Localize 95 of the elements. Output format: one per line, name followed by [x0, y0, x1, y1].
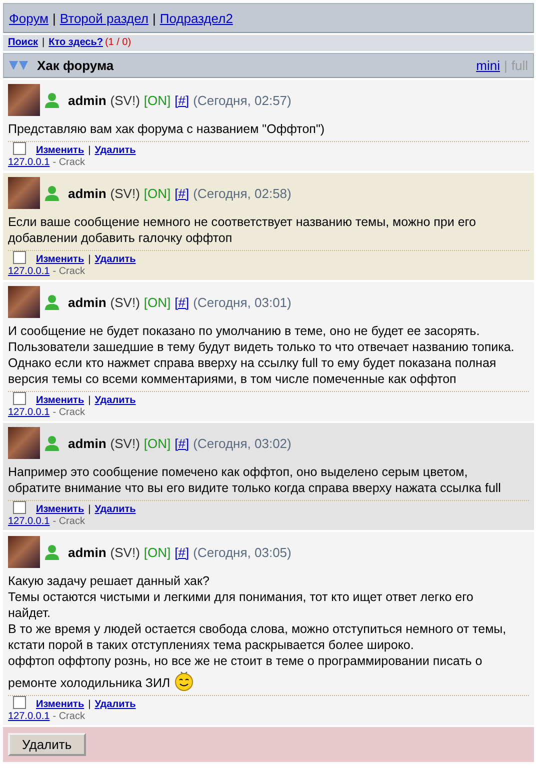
post-anchor-link[interactable]: [#]: [174, 436, 190, 450]
author-rank: (SV!): [110, 186, 140, 200]
post-action-link[interactable]: Изменить: [36, 504, 84, 515]
message-text: добавлении добавить галочку оффтоп: [8, 230, 232, 246]
message-text: В то же время у людей остается свобода слова, можно отступиться немного от темы,: [8, 621, 506, 637]
message-text: Если ваше сообщение немного не соответствует названию темы, можно при его: [8, 214, 476, 230]
message-text: ремонте холодильника ЗИЛ: [8, 675, 170, 691]
select-checkbox[interactable]: [13, 392, 26, 405]
separator: |: [88, 395, 91, 406]
select-checkbox[interactable]: [13, 251, 26, 264]
smiley-icon: [174, 669, 194, 691]
author-rank: (SV!): [110, 294, 140, 310]
avatar-placeholder: [8, 427, 40, 459]
separator: |: [151, 11, 157, 26]
author-rank: (SV!): [110, 436, 140, 450]
ip-link[interactable]: 127.0.0.1: [8, 266, 50, 277]
post-anchor-link[interactable]: [#]: [174, 544, 190, 560]
avatar-placeholder: [8, 84, 40, 116]
separator: |: [52, 11, 57, 26]
separator: |: [88, 504, 91, 515]
user-agent: - Crack: [52, 711, 85, 722]
select-checkbox[interactable]: [13, 696, 26, 709]
user-icon: [44, 294, 60, 310]
post-anchor-link[interactable]: [#]: [174, 92, 190, 108]
post-action-link[interactable]: Удалить: [94, 699, 136, 710]
post-time: (Сегодня, 03:01): [193, 294, 292, 310]
author-name: admin: [68, 436, 106, 450]
post-action-link[interactable]: Удалить: [94, 395, 136, 406]
select-checkbox[interactable]: [13, 501, 26, 514]
post-time: (Сегодня, 02:58): [193, 186, 292, 200]
message-text: Пользователи зашедшие в тему будут видеть только то что отвечает названию топика.: [8, 339, 514, 355]
post-action-link[interactable]: Изменить: [36, 145, 84, 156]
post-action-link[interactable]: Изменить: [36, 699, 84, 710]
message-text: версия темы со всеми комментариями, в том числе помеченные как оффтоп: [8, 371, 456, 387]
user-icon: [44, 544, 60, 560]
message-text: Какую задачу решает данный хак?: [8, 573, 210, 589]
author-name: admin: [68, 544, 106, 560]
separator: |: [88, 699, 91, 710]
author-rank: (SV!): [110, 92, 140, 108]
message-text: обратите внимание что вы его видите только когда справа вверху нажата ссылка full: [8, 480, 501, 496]
user-icon: [44, 435, 60, 451]
online-status: [ON]: [144, 92, 171, 108]
separator: |: [41, 37, 46, 48]
separator: |: [502, 58, 508, 73]
post-action-link[interactable]: Удалить: [94, 504, 136, 515]
nav-link[interactable]: Кто здесь?: [48, 37, 103, 48]
user-icon: [44, 185, 60, 201]
avatar-placeholder: [8, 536, 40, 568]
delete-button[interactable]: Удалить: [8, 733, 86, 756]
post-time: (Сегодня, 03:05): [193, 544, 292, 560]
nav-link[interactable]: Поиск: [8, 37, 38, 48]
ip-link[interactable]: 127.0.0.1: [8, 516, 50, 527]
breadcrumb-link[interactable]: Подраздел2: [160, 11, 233, 26]
post-action-link[interactable]: Удалить: [94, 254, 136, 265]
user-agent: - Crack: [52, 516, 85, 527]
user-agent: - Crack: [52, 407, 85, 418]
post-time: (Сегодня, 02:57): [193, 92, 292, 108]
author-rank: (SV!): [110, 544, 140, 560]
post-time: (Сегодня, 03:02): [193, 436, 292, 450]
online-status: [ON]: [144, 544, 171, 560]
separator: |: [88, 254, 91, 265]
message-text: Темы остаются чистыми и легкими для понимания, тот кто ищет ответ легко его: [8, 589, 474, 605]
view-mode-link[interactable]: mini: [476, 58, 500, 73]
user-icon: [44, 92, 60, 108]
breadcrumb-link[interactable]: Форум: [9, 11, 48, 26]
message-text: найдет.: [8, 605, 50, 621]
post-anchor-link[interactable]: [#]: [174, 186, 190, 200]
message-text: кстати порой в таких отступлениях тема раскрывается более широко.: [8, 637, 414, 653]
post-anchor-link[interactable]: [#]: [174, 294, 190, 310]
user-agent: - Crack: [52, 266, 85, 277]
select-checkbox[interactable]: [13, 142, 26, 155]
online-status: [ON]: [144, 186, 171, 200]
separator: |: [88, 145, 91, 156]
post-action-link[interactable]: Изменить: [36, 254, 84, 265]
online-counter: (1 / 0): [104, 37, 132, 48]
avatar-placeholder: [8, 286, 40, 318]
message-text: Представляю вам хак форума с названием "Оффтоп"): [8, 121, 325, 137]
ip-link[interactable]: 127.0.0.1: [8, 157, 50, 168]
author-name: admin: [68, 294, 106, 310]
message-text: И сообщение не будет показано по умолчанию в теме, оно не будет ее засорять.: [8, 323, 480, 339]
post-action-link[interactable]: Удалить: [94, 145, 136, 156]
avatar-placeholder: [8, 177, 40, 209]
user-agent: - Crack: [52, 157, 85, 168]
breadcrumb-link[interactable]: Второй раздел: [60, 11, 148, 26]
author-name: admin: [68, 186, 106, 200]
author-name: admin: [68, 92, 106, 108]
post-action-link[interactable]: Изменить: [36, 395, 84, 406]
topic-title: Хак форума: [37, 58, 115, 73]
message-text: Однако если кто нажмет справа вверху на ссылку full то ему будет показана полная: [8, 355, 496, 371]
online-status: [ON]: [144, 294, 171, 310]
ip-link[interactable]: 127.0.0.1: [8, 711, 50, 722]
ip-link[interactable]: 127.0.0.1: [8, 407, 50, 418]
online-status: [ON]: [144, 436, 171, 450]
message-text: Например это сообщение помечено как оффтоп, оно выделено серым цветом,: [8, 464, 468, 480]
message-text: оффтоп оффтопу рознь, но все же не стоит в теме о программировании писать о: [8, 653, 482, 669]
